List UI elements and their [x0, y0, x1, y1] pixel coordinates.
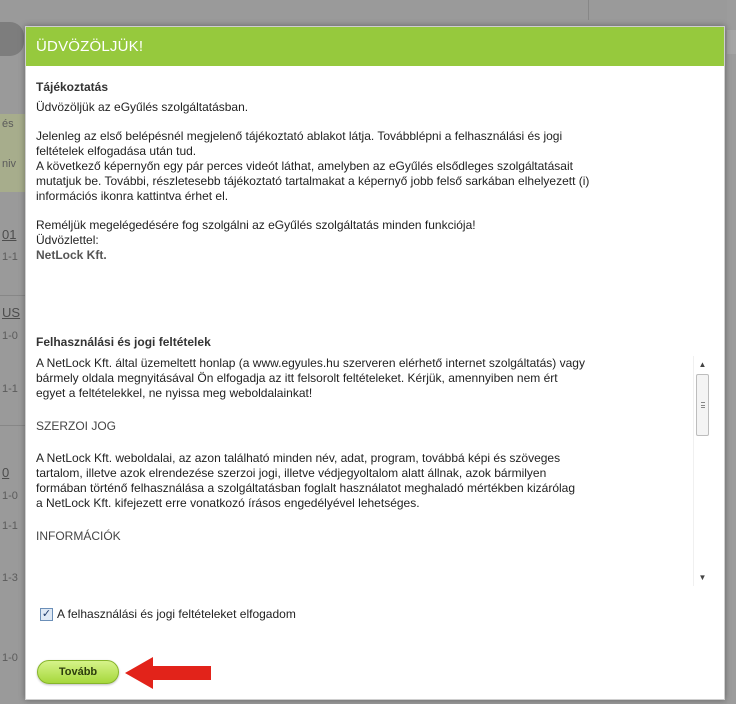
welcome-dialog: ÜDVÖZÖLJÜK! Tájékoztatás Üdvözöljük az e…: [25, 26, 725, 700]
next-button[interactable]: Tovább: [37, 660, 119, 684]
background-divider: [0, 425, 26, 426]
grip-icon: [701, 402, 705, 408]
info-line: mutatjuk be. További, részletesebb tájék…: [36, 174, 590, 188]
background-divider: [0, 295, 26, 296]
background-fragment: 1-0: [2, 490, 18, 502]
terms-intro-line: bármely oldala megnyitásával Ön elfogadj…: [36, 371, 558, 385]
background-fragment: 1-1: [2, 383, 18, 395]
regards-text: Üdvözlettel:: [36, 233, 99, 247]
copyright-line: a NetLock Kft. kifejezett erre vonatkozó…: [36, 496, 420, 510]
scroll-thumb[interactable]: [696, 374, 709, 436]
terms-intro-line: A NetLock Kft. által üzemeltett honlap (…: [36, 356, 585, 370]
terms-intro-line: egyet a feltételekkel, ne nyissa meg web…: [36, 386, 313, 400]
terms-title: Felhasználási és jogi feltételek: [36, 335, 211, 349]
copyright-line: tartalom, illetve azok elrendezése szerz…: [36, 466, 547, 480]
copyright-heading: SZERZOI JOG: [36, 419, 117, 433]
info-line: információs ikonra kattintva érhet el.: [36, 189, 229, 203]
info-heading: INFORMÁCIÓK: [36, 529, 121, 543]
accept-terms-label[interactable]: A felhasználási és jogi feltételeket elf…: [57, 607, 296, 621]
background-logo: [0, 22, 24, 56]
signature: NetLock Kft.: [36, 248, 107, 262]
closing-text: Reméljük megelégedésére fog szolgálni az…: [36, 218, 476, 232]
scroll-up-icon[interactable]: ▲: [694, 356, 710, 373]
background-fragment: 0: [2, 465, 10, 480]
background-right-bar: [727, 0, 736, 704]
background-fragment: 1-3: [2, 572, 18, 584]
greeting-text: Üdvözöljük az eGyűlés szolgáltatásban.: [36, 100, 249, 114]
terms-content: A NetLock Kft. által üzemeltett honlap (…: [36, 356, 710, 543]
terms-scroll-area[interactable]: A NetLock Kft. által üzemeltett honlap (…: [36, 356, 710, 586]
background-fragment: 01: [2, 227, 17, 242]
check-icon: ✓: [41, 607, 52, 620]
background-fragment: 1-1: [2, 251, 18, 263]
background-fragment: US: [2, 305, 21, 320]
info-line: Jelenleg az első belépésnél megjelenő tá…: [36, 129, 563, 143]
background-top-box: [588, 0, 736, 20]
red-arrow-icon: [125, 657, 211, 689]
background-fragment: és: [2, 118, 14, 130]
copyright-line: formában történő felhasználása a szolgál…: [36, 481, 576, 495]
info-line: A következő képernyőn egy pár perces vid…: [36, 159, 573, 173]
dialog-title: ÜDVÖZÖLJÜK!: [26, 27, 724, 66]
accept-terms-row[interactable]: ✓ A felhasználási és jogi feltételeket e…: [40, 607, 296, 621]
background-fragment: 1-1: [2, 520, 18, 532]
background-fragment: 1-0: [2, 330, 18, 342]
dialog-body: Tájékoztatás Üdvözöljük az eGyűlés szolg…: [26, 66, 724, 263]
copyright-line: A NetLock Kft. weboldalai, az azon talál…: [36, 451, 561, 465]
terms-scrollbar[interactable]: ▲ ▼: [693, 356, 710, 586]
scroll-down-icon[interactable]: ▼: [694, 569, 710, 586]
info-line: feltételek elfogadása után tud.: [36, 144, 197, 158]
accept-terms-checkbox[interactable]: ✓: [40, 607, 53, 621]
info-title: Tájékoztatás: [36, 80, 109, 94]
background-fragment: niv: [2, 158, 17, 170]
background-right-box: [727, 30, 736, 54]
background-fragment: 1-0: [2, 652, 18, 664]
